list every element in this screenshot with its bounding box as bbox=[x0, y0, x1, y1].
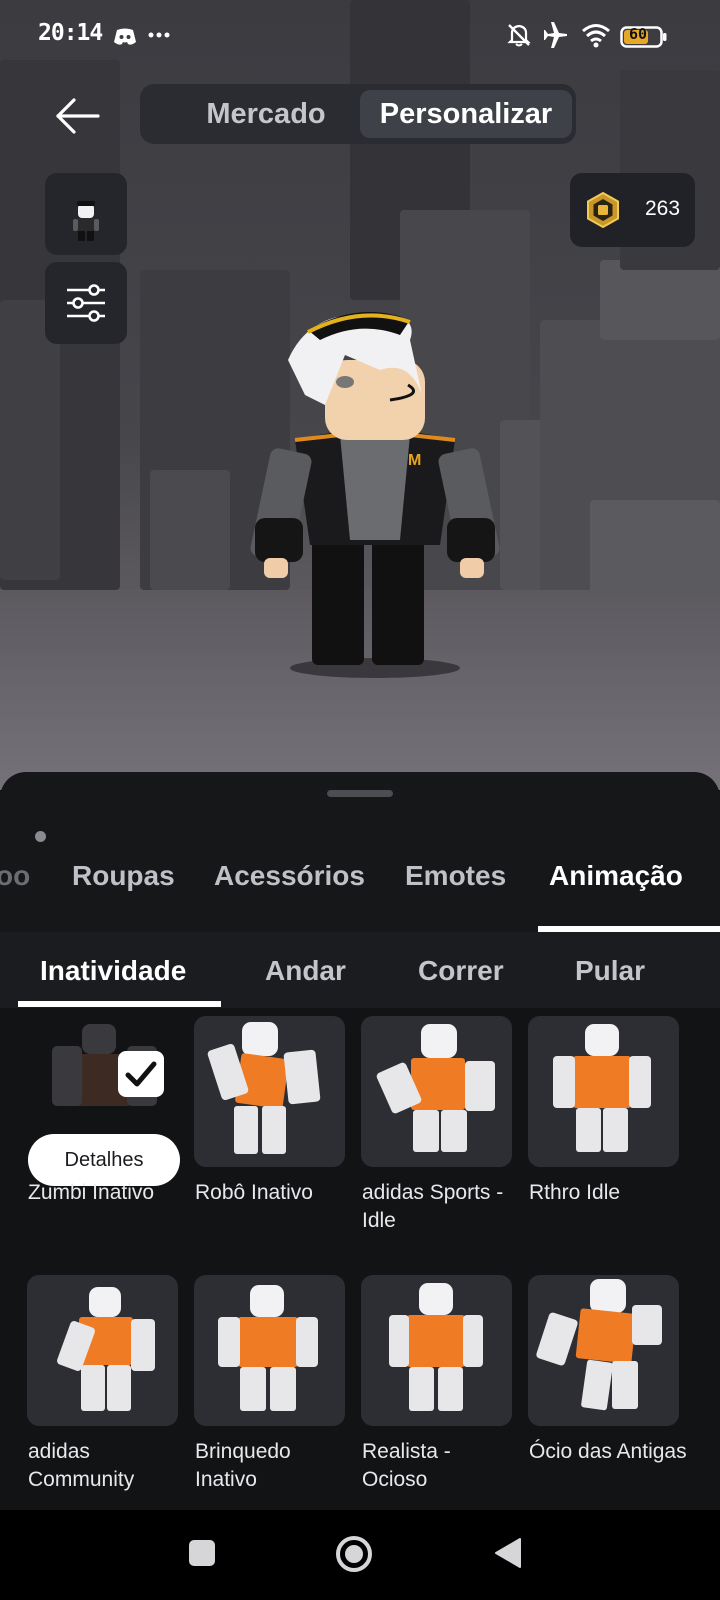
subtab-pular[interactable]: Pular bbox=[575, 955, 645, 987]
notification-dot bbox=[35, 831, 46, 842]
scene-block bbox=[600, 260, 720, 340]
robux-icon bbox=[587, 191, 619, 229]
square-recent-icon[interactable] bbox=[188, 1539, 216, 1567]
sheet-drag-handle[interactable] bbox=[327, 790, 393, 797]
tab-mercado[interactable]: Mercado bbox=[158, 90, 374, 138]
adjust-settings-button[interactable] bbox=[45, 262, 127, 344]
robot-pose-preview bbox=[536, 1279, 662, 1411]
animation-name: Ócio das Antigas bbox=[529, 1440, 687, 1463]
animation-name: Robô Inativo bbox=[195, 1181, 313, 1204]
subtab-inatividade[interactable]: Inatividade bbox=[40, 955, 186, 987]
triangle-back-icon[interactable] bbox=[494, 1537, 522, 1569]
animation-name: Zumbi Inativo bbox=[28, 1181, 155, 1204]
scene-block bbox=[150, 470, 230, 590]
sliders-icon bbox=[67, 284, 105, 322]
category-tab-acessorios[interactable]: Acessórios bbox=[214, 860, 365, 892]
robux-balance[interactable]: 263 bbox=[570, 173, 695, 247]
animation-name: Realista - Ocioso bbox=[362, 1440, 451, 1491]
category-tab-partial[interactable]: oo bbox=[0, 860, 30, 892]
status-time: 20:14 bbox=[38, 20, 103, 46]
animation-name: Brinquedo Inativo bbox=[195, 1440, 291, 1491]
market-customize-switch: Mercado Personalizar bbox=[140, 84, 576, 144]
robot-pose-preview bbox=[389, 1283, 483, 1411]
more-dots-icon bbox=[148, 32, 170, 38]
animation-name: Rthro Idle bbox=[529, 1181, 621, 1204]
animation-tile[interactable] bbox=[361, 1275, 512, 1426]
subtab-correr[interactable]: Correr bbox=[418, 955, 504, 987]
circle-home-icon[interactable] bbox=[334, 1534, 374, 1574]
airplane-icon bbox=[544, 22, 567, 48]
animation-tile[interactable] bbox=[361, 1016, 512, 1167]
discord-icon bbox=[114, 28, 136, 45]
avatar-thumbnail-button[interactable] bbox=[45, 173, 127, 255]
animation-tile[interactable] bbox=[194, 1275, 345, 1426]
tab-personalizar[interactable]: Personalizar bbox=[360, 90, 572, 138]
animation-tile[interactable] bbox=[27, 1275, 178, 1426]
category-tab-roupas[interactable]: Roupas bbox=[72, 860, 175, 892]
category-tab-emotes[interactable]: Emotes bbox=[405, 860, 506, 892]
animation-tile[interactable] bbox=[194, 1016, 345, 1167]
scene-block bbox=[590, 500, 720, 600]
animation-name: adidas Community bbox=[28, 1440, 135, 1491]
robot-pose-preview bbox=[553, 1024, 651, 1152]
robot-pose-preview bbox=[376, 1024, 495, 1152]
robot-pose-preview bbox=[57, 1287, 155, 1411]
arrow-left-icon[interactable] bbox=[48, 92, 108, 140]
category-tab-animacao[interactable]: Animação bbox=[549, 860, 683, 892]
bell-off-icon bbox=[507, 24, 531, 47]
robot-pose-preview bbox=[207, 1022, 321, 1154]
system-navigation-bar bbox=[0, 1510, 720, 1600]
subtab-andar[interactable]: Andar bbox=[265, 955, 346, 987]
status-bar: 20:14 60 bbox=[0, 0, 720, 70]
robot-pose-preview bbox=[218, 1285, 318, 1411]
svg-text:M: M bbox=[408, 452, 421, 469]
avatar-thumbnail bbox=[73, 201, 99, 241]
avatar-figure: M bbox=[250, 312, 500, 678]
animation-name: adidas Sports - Idle bbox=[362, 1181, 504, 1232]
wifi-icon bbox=[582, 24, 610, 48]
animation-tile[interactable] bbox=[528, 1016, 679, 1167]
animation-tile[interactable] bbox=[528, 1275, 679, 1426]
robux-amount: 263 bbox=[645, 197, 681, 220]
selected-checkmark-icon bbox=[118, 1051, 164, 1097]
battery-level: 60 bbox=[629, 25, 648, 43]
subcategory-active-indicator bbox=[18, 1001, 221, 1007]
